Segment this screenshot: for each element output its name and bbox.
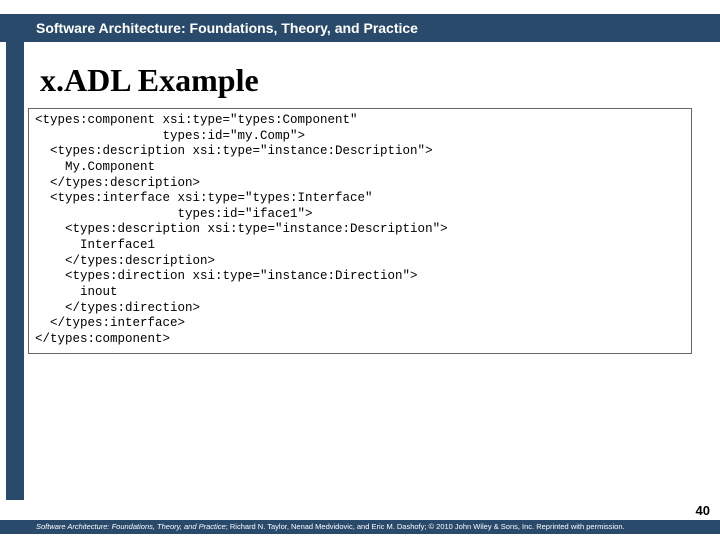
slide-heading: x.ADL Example: [40, 62, 259, 99]
header-title: Software Architecture: Foundations, Theo…: [36, 20, 418, 36]
footer-text: Software Architecture: Foundations, Theo…: [0, 520, 720, 534]
footer-attribution: ; Richard N. Taylor, Nenad Medvidovic, a…: [226, 522, 625, 531]
page-number: 40: [696, 503, 710, 518]
header-band: Software Architecture: Foundations, Theo…: [0, 14, 720, 42]
code-example: <types:component xsi:type="types:Compone…: [28, 108, 692, 354]
footer-book-title: Software Architecture: Foundations, Theo…: [36, 522, 226, 531]
left-rail: [6, 14, 24, 500]
footer-band: Software Architecture: Foundations, Theo…: [0, 520, 720, 534]
